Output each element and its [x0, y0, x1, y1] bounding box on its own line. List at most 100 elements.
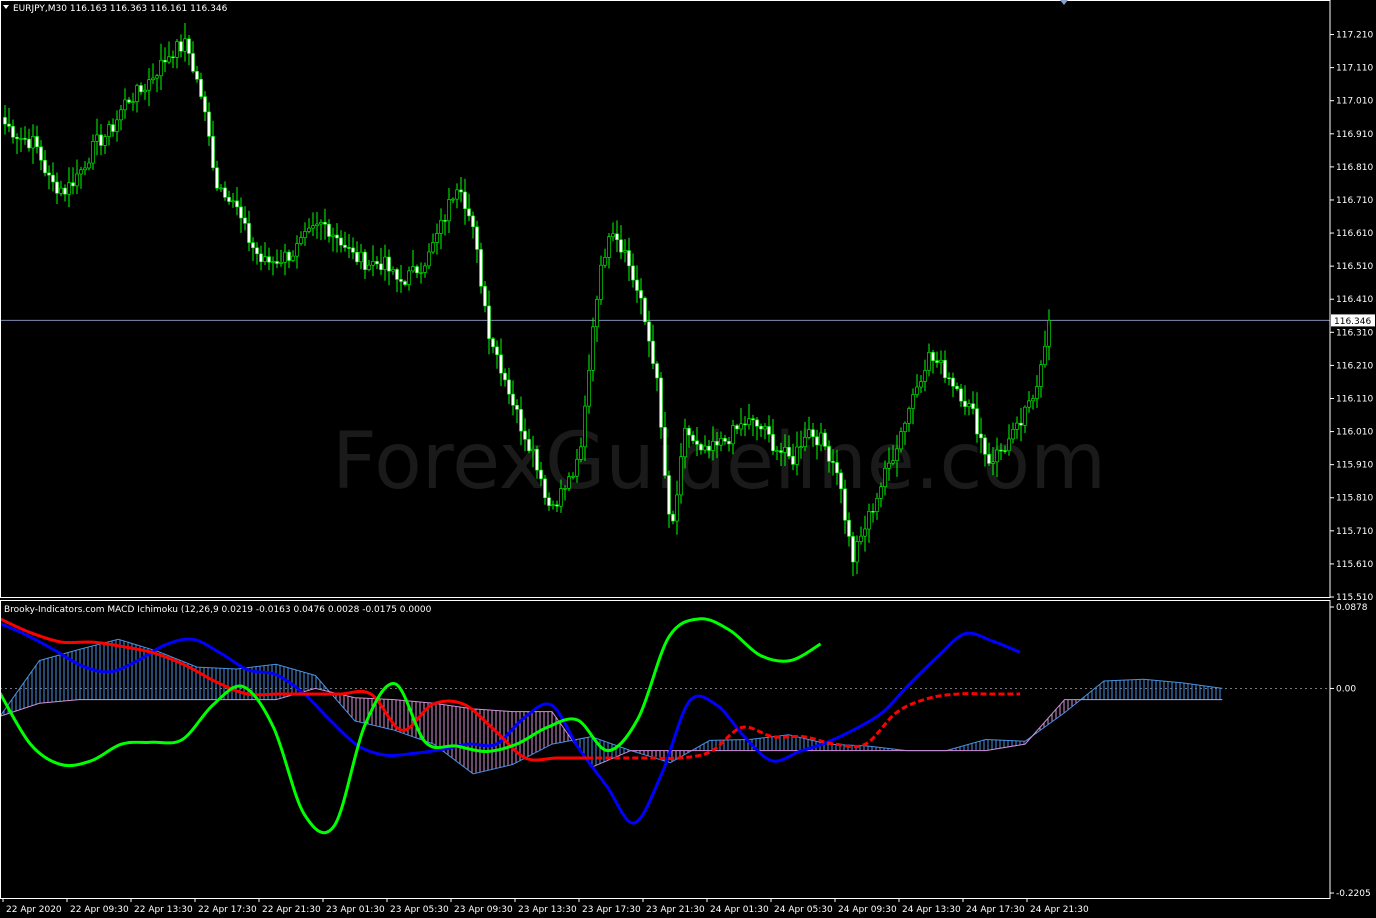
candle-body	[879, 486, 883, 499]
candle-body	[1035, 386, 1039, 399]
candle-body	[803, 437, 807, 447]
candle-body	[91, 141, 95, 164]
price-tick-label: 116.310	[1336, 328, 1373, 338]
candle-body	[15, 136, 19, 139]
candle-body	[195, 71, 199, 80]
candle-body	[647, 321, 651, 342]
candle-body	[11, 126, 15, 138]
candle-body	[691, 434, 695, 442]
candle-body	[535, 448, 539, 471]
candle-body	[575, 459, 579, 477]
candle-body	[975, 408, 979, 435]
time-tick-label: 23 Apr 05:30	[390, 905, 449, 915]
price-tick-label: 116.410	[1336, 295, 1373, 305]
title-dropdown-icon	[3, 5, 9, 9]
candle-body	[583, 405, 587, 448]
candle-body	[431, 242, 435, 253]
price-tick-label: 116.510	[1336, 262, 1373, 272]
candle-body	[247, 223, 251, 243]
candle-body	[699, 444, 703, 451]
candle-body	[487, 305, 491, 339]
candle-body	[871, 511, 875, 513]
candle-body	[807, 429, 811, 438]
candle-body	[563, 488, 567, 490]
indicator-top-label: 0.0878	[1336, 603, 1368, 613]
candle-body	[399, 279, 403, 282]
candle-body	[139, 85, 143, 93]
candle-body	[179, 41, 183, 52]
candle-body	[343, 244, 347, 248]
candle-body	[963, 400, 967, 407]
candle-body	[623, 250, 627, 253]
time-tick-label: 23 Apr 13:30	[518, 905, 577, 915]
time-tick-label: 24 Apr 01:30	[710, 905, 769, 915]
candle-body	[335, 234, 339, 239]
candle-body	[599, 264, 603, 300]
price-tick-label: 115.810	[1336, 494, 1373, 504]
candle-body	[683, 428, 687, 458]
candle-body	[915, 386, 919, 395]
candle-body	[35, 136, 39, 148]
candle-body	[651, 340, 655, 364]
candle-body	[99, 134, 103, 146]
candle-body	[339, 237, 343, 246]
candle-body	[135, 85, 139, 102]
candle-body	[763, 426, 767, 430]
candle-body	[935, 360, 939, 363]
candle-body	[527, 439, 531, 452]
candle-body	[579, 446, 583, 460]
candle-body	[751, 418, 755, 421]
candle-body	[403, 281, 407, 285]
candle-body	[1015, 422, 1019, 430]
candle-body	[571, 475, 575, 478]
candle-body	[499, 354, 503, 374]
candle-body	[967, 403, 971, 407]
cloud-span-b	[0, 687, 1223, 768]
candle-body	[263, 256, 267, 263]
candle-body	[19, 138, 23, 140]
candle-body	[747, 418, 751, 425]
candle-body	[675, 494, 679, 522]
candle-body	[727, 441, 731, 445]
candle-body	[55, 181, 59, 194]
time-tick-label: 22 Apr 09:30	[70, 905, 129, 915]
candle-body	[171, 56, 175, 59]
candle-body	[855, 541, 859, 563]
candle-body	[767, 426, 771, 435]
price-tick-label: 116.610	[1336, 229, 1373, 239]
price-tick-label: 117.110	[1336, 64, 1373, 74]
candle-body	[483, 286, 487, 307]
candle-body	[847, 520, 851, 537]
candle-body	[943, 359, 947, 379]
time-tick-label: 23 Apr 17:30	[582, 905, 641, 915]
candle-body	[507, 379, 511, 395]
candle-body	[395, 269, 399, 280]
candle-body	[279, 261, 283, 264]
time-tick-label: 23 Apr 01:30	[326, 905, 385, 915]
candle-body	[627, 250, 631, 267]
candle-body	[163, 59, 167, 63]
candle-body	[259, 253, 263, 263]
candle-body	[631, 265, 635, 281]
indicator-title: Brooky-Indicators.com MACD Ichimoku (12,…	[4, 605, 432, 615]
candle-body	[439, 220, 443, 234]
candle-body	[739, 423, 743, 430]
price-tick-label: 116.010	[1336, 428, 1373, 438]
candle-body	[619, 239, 623, 253]
candle-body	[291, 255, 295, 261]
candle-body	[659, 377, 663, 428]
candle-body	[559, 488, 563, 507]
candle-body	[47, 172, 51, 176]
candle-body	[867, 511, 871, 530]
candle-body	[127, 99, 131, 103]
candle-body	[495, 346, 499, 356]
candle-body	[187, 38, 191, 54]
time-tick-label: 23 Apr 21:30	[646, 905, 705, 915]
candle-body	[835, 462, 839, 474]
candle-body	[67, 182, 71, 195]
candle-body	[1007, 438, 1011, 452]
candle-body	[799, 446, 803, 448]
candle-body	[255, 247, 259, 255]
candle-body	[615, 233, 619, 241]
candle-body	[267, 256, 271, 263]
